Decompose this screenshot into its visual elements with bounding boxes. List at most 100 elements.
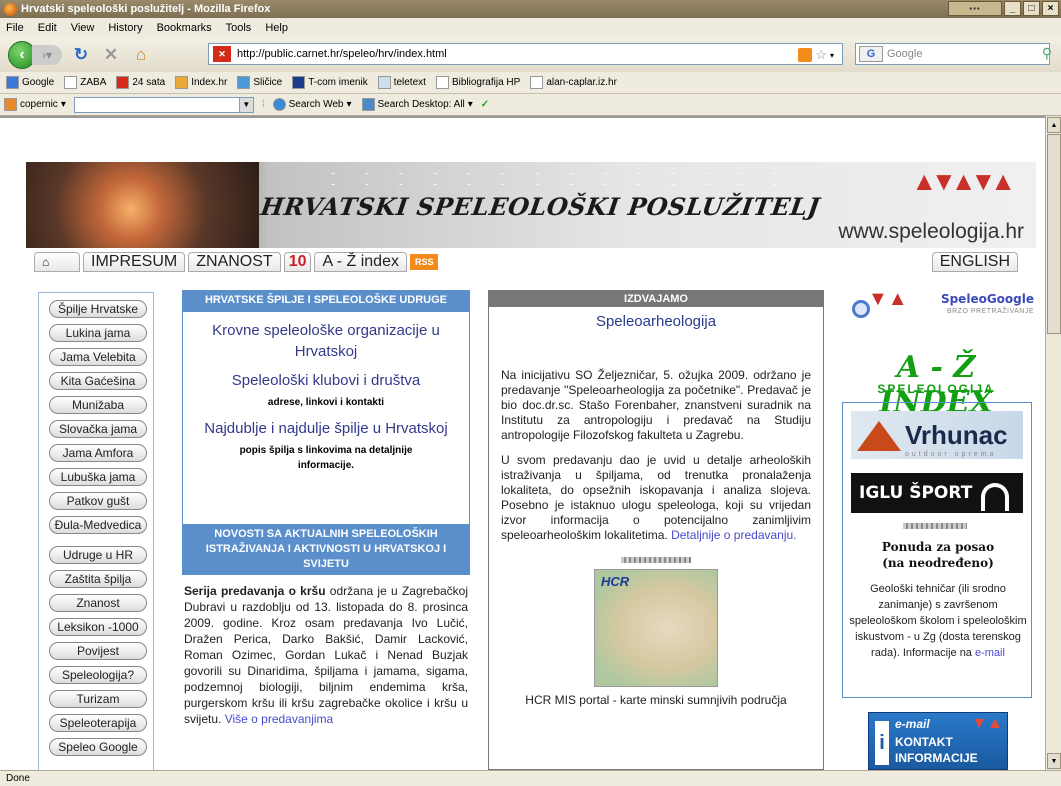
sidebar-item-udruge[interactable]: Udruge u HR bbox=[49, 546, 147, 564]
bookmark-indexhr[interactable]: Index.hr bbox=[175, 76, 227, 89]
info-icon: i bbox=[875, 721, 889, 765]
bookmark-alan-caplar[interactable]: alan-caplar.iz.hr bbox=[530, 76, 617, 89]
menu-history[interactable]: History bbox=[108, 22, 142, 34]
sidebar-item-speleo-google[interactable]: Speleo Google bbox=[49, 738, 147, 756]
maximize-button[interactable]: □ bbox=[1023, 1, 1040, 16]
featured-box: IZDVAJAMO Speleoarheologija Na inicijati… bbox=[488, 290, 824, 770]
map-caption[interactable]: HCR MIS portal - karte minski sumnjivih … bbox=[489, 693, 823, 707]
tab-a-z-index[interactable]: A - Ž index bbox=[314, 252, 407, 272]
sidebar-item-patkov-gust[interactable]: Patkov gušt bbox=[49, 492, 147, 510]
tab-english[interactable]: ENGLISH bbox=[931, 252, 1018, 272]
menu-help[interactable]: Help bbox=[265, 22, 288, 34]
search-engine-selector[interactable]: G bbox=[859, 46, 883, 62]
tab-impresum[interactable]: IMPRESUM bbox=[83, 252, 186, 272]
scroll-up-arrow[interactable]: ▲ bbox=[1047, 117, 1061, 133]
sidebar-item-jama-amfora[interactable]: Jama Amfora bbox=[49, 444, 147, 462]
sidebar-item-lubuska-jama[interactable]: Lubuška jama bbox=[49, 468, 147, 486]
featured-title[interactable]: Speleoarheologija bbox=[489, 313, 823, 330]
vertical-scrollbar[interactable]: ▲ ▼ bbox=[1045, 116, 1061, 770]
copernic-button[interactable]: copernic ▾ bbox=[4, 98, 66, 111]
bookmark-star-icon[interactable]: ☆ bbox=[815, 47, 827, 63]
sidebar-item-leksikon[interactable]: Leksikon -1000 bbox=[49, 618, 147, 636]
search-desktop-button[interactable]: Search Desktop: All ▾ bbox=[361, 98, 473, 111]
bookmark-slicice[interactable]: Sličice bbox=[237, 76, 282, 89]
bat-icon: ▼▲ bbox=[868, 288, 908, 310]
sidebar-item-zastita[interactable]: Zaštita špilja bbox=[49, 570, 147, 588]
sponsors-box: Vrhunac outdoor oprema IGLU ŠPORT Ponuda … bbox=[842, 402, 1032, 698]
news-more-link[interactable]: Više o predavanjima bbox=[225, 712, 334, 726]
sidebar-item-lukina-jama[interactable]: Lukina jama bbox=[49, 324, 147, 342]
scroll-down-arrow[interactable]: ▼ bbox=[1047, 753, 1061, 769]
banner-url[interactable]: www.speleologija.hr bbox=[838, 220, 1024, 244]
rss-feed-icon[interactable] bbox=[798, 48, 813, 62]
caver-photo bbox=[26, 162, 259, 248]
reload-icon[interactable]: ↻ bbox=[70, 44, 92, 66]
link-klubovi[interactable]: Speleološki klubovi i društva bbox=[183, 370, 469, 391]
iglu-sport-banner[interactable]: IGLU ŠPORT bbox=[851, 473, 1023, 513]
chevron-down-icon[interactable]: ▼ bbox=[238, 97, 253, 112]
copernic-search-input[interactable]: ▼ bbox=[73, 96, 254, 113]
speleogoogle-title[interactable]: SpeleoGoogle bbox=[910, 292, 1034, 306]
vrhunac-banner[interactable]: Vrhunac outdoor oprema bbox=[851, 411, 1023, 459]
job-email-link[interactable]: e-mail bbox=[975, 647, 1005, 659]
news-box: NOVOSTI SA AKTUALNIH SPELEOLOŠKIH ISTRAŽ… bbox=[182, 524, 470, 727]
menu-view[interactable]: View bbox=[71, 22, 95, 34]
menu-bar: File Edit View History Bookmarks Tools H… bbox=[0, 18, 1061, 38]
bookmark-teletext[interactable]: teletext bbox=[377, 76, 426, 89]
page-icon bbox=[435, 76, 449, 89]
sidebar-item-jama-velebita[interactable]: Jama Velebita bbox=[49, 348, 147, 366]
hcr-map-image[interactable]: HCR bbox=[594, 569, 718, 687]
search-icon[interactable]: ⚲ bbox=[1042, 45, 1052, 62]
rss-button[interactable]: RSS bbox=[409, 254, 439, 270]
tab-10[interactable]: 10 bbox=[283, 252, 312, 272]
menu-tools[interactable]: Tools bbox=[226, 22, 252, 34]
highlight-icon[interactable]: ✓ bbox=[481, 99, 489, 110]
job-title: Ponuda za posao (na neodređeno) bbox=[881, 540, 995, 570]
index-icon bbox=[175, 76, 189, 89]
sidebar-item-kita-gacesina[interactable]: Kita Gaćešina bbox=[49, 372, 147, 390]
sidebar-item-slovacka-jama[interactable]: Slovačka jama bbox=[49, 420, 147, 438]
job-text: Geološki tehničar (ili srodno zanimanje)… bbox=[849, 583, 1027, 659]
sidebar-item-povijest[interactable]: Povijest bbox=[49, 642, 147, 660]
scroll-thumb[interactable] bbox=[1047, 134, 1061, 334]
mountain-icon bbox=[857, 421, 901, 451]
bookmark-bibliografija[interactable]: Bibliografija HP bbox=[435, 76, 520, 89]
extra-controls[interactable]: ▪▪▪ bbox=[948, 1, 1002, 16]
divider-strip bbox=[621, 557, 691, 563]
menu-bookmarks[interactable]: Bookmarks bbox=[157, 22, 212, 34]
status-text: Done bbox=[6, 773, 30, 784]
bookmark-google[interactable]: Google bbox=[6, 76, 54, 89]
home-icon[interactable]: ⌂ bbox=[130, 44, 152, 66]
copernic-toolbar: copernic ▾ ▼ ⁞ Search Web ▾ Search Deskt… bbox=[0, 94, 1061, 116]
menu-edit[interactable]: Edit bbox=[38, 22, 57, 34]
right-sidebar: ▼▲ SpeleoGoogle BRZO PRETRAŽIVANJE A - Ž… bbox=[838, 288, 1034, 770]
search-web-button[interactable]: Search Web ▾ bbox=[272, 98, 352, 111]
speleogoogle-logo[interactable]: ▼▲ bbox=[848, 288, 908, 328]
featured-paragraph-2: U svom predavanju dao je uvid u detalje … bbox=[501, 453, 811, 542]
link-krovne-organizacije[interactable]: Krovne speleološke organizacije u Hrvats… bbox=[183, 320, 469, 362]
bookmark-tcom[interactable]: T-com imenik bbox=[292, 76, 368, 89]
url-text: http://public.carnet.hr/speleo/hrv/index… bbox=[237, 48, 447, 60]
featured-more-link[interactable]: Detaljnije o predavanju. bbox=[671, 528, 796, 542]
sidebar-item-spilje-hrvatske[interactable]: Špilje Hrvatske bbox=[49, 300, 147, 318]
bookmark-zaba[interactable]: ZABA bbox=[64, 76, 106, 89]
email-contact-banner[interactable]: i e-mail KONTAKT INFORMACIJE ▼▲ bbox=[868, 712, 1008, 770]
url-bar[interactable]: ✕ http://public.carnet.hr/speleo/hrv/ind… bbox=[208, 43, 843, 65]
tab-znanost[interactable]: ZNANOST bbox=[188, 252, 281, 272]
menu-file[interactable]: File bbox=[6, 22, 24, 34]
sidebar-item-znanost[interactable]: Znanost bbox=[49, 594, 147, 612]
sidebar-item-turizam[interactable]: Turizam bbox=[49, 690, 147, 708]
sidebar-item-speleologija[interactable]: Speleologija? bbox=[49, 666, 147, 684]
home-tab-bat-icon[interactable]: ⌂ bbox=[34, 252, 80, 272]
sidebar-item-dula-medvedica[interactable]: Đula-Medvedica bbox=[49, 516, 147, 534]
sidebar-item-speleoterapija[interactable]: Speleoterapija bbox=[49, 714, 147, 732]
close-button[interactable]: × bbox=[1042, 1, 1059, 16]
sidebar-item-munizaba[interactable]: Munižaba bbox=[49, 396, 147, 414]
forward-button[interactable]: ›▾ bbox=[32, 45, 62, 65]
link-najdublje[interactable]: Najdublje i najdulje špilje u Hrvatskoj bbox=[183, 418, 469, 439]
url-dropdown-icon[interactable]: ▾ bbox=[830, 51, 834, 60]
search-box[interactable]: G Google ⚲ bbox=[855, 43, 1052, 65]
stop-icon[interactable]: ✕ bbox=[100, 44, 122, 66]
minimize-button[interactable]: _ bbox=[1004, 1, 1021, 16]
bookmark-24sata[interactable]: 24 sata bbox=[116, 76, 165, 89]
